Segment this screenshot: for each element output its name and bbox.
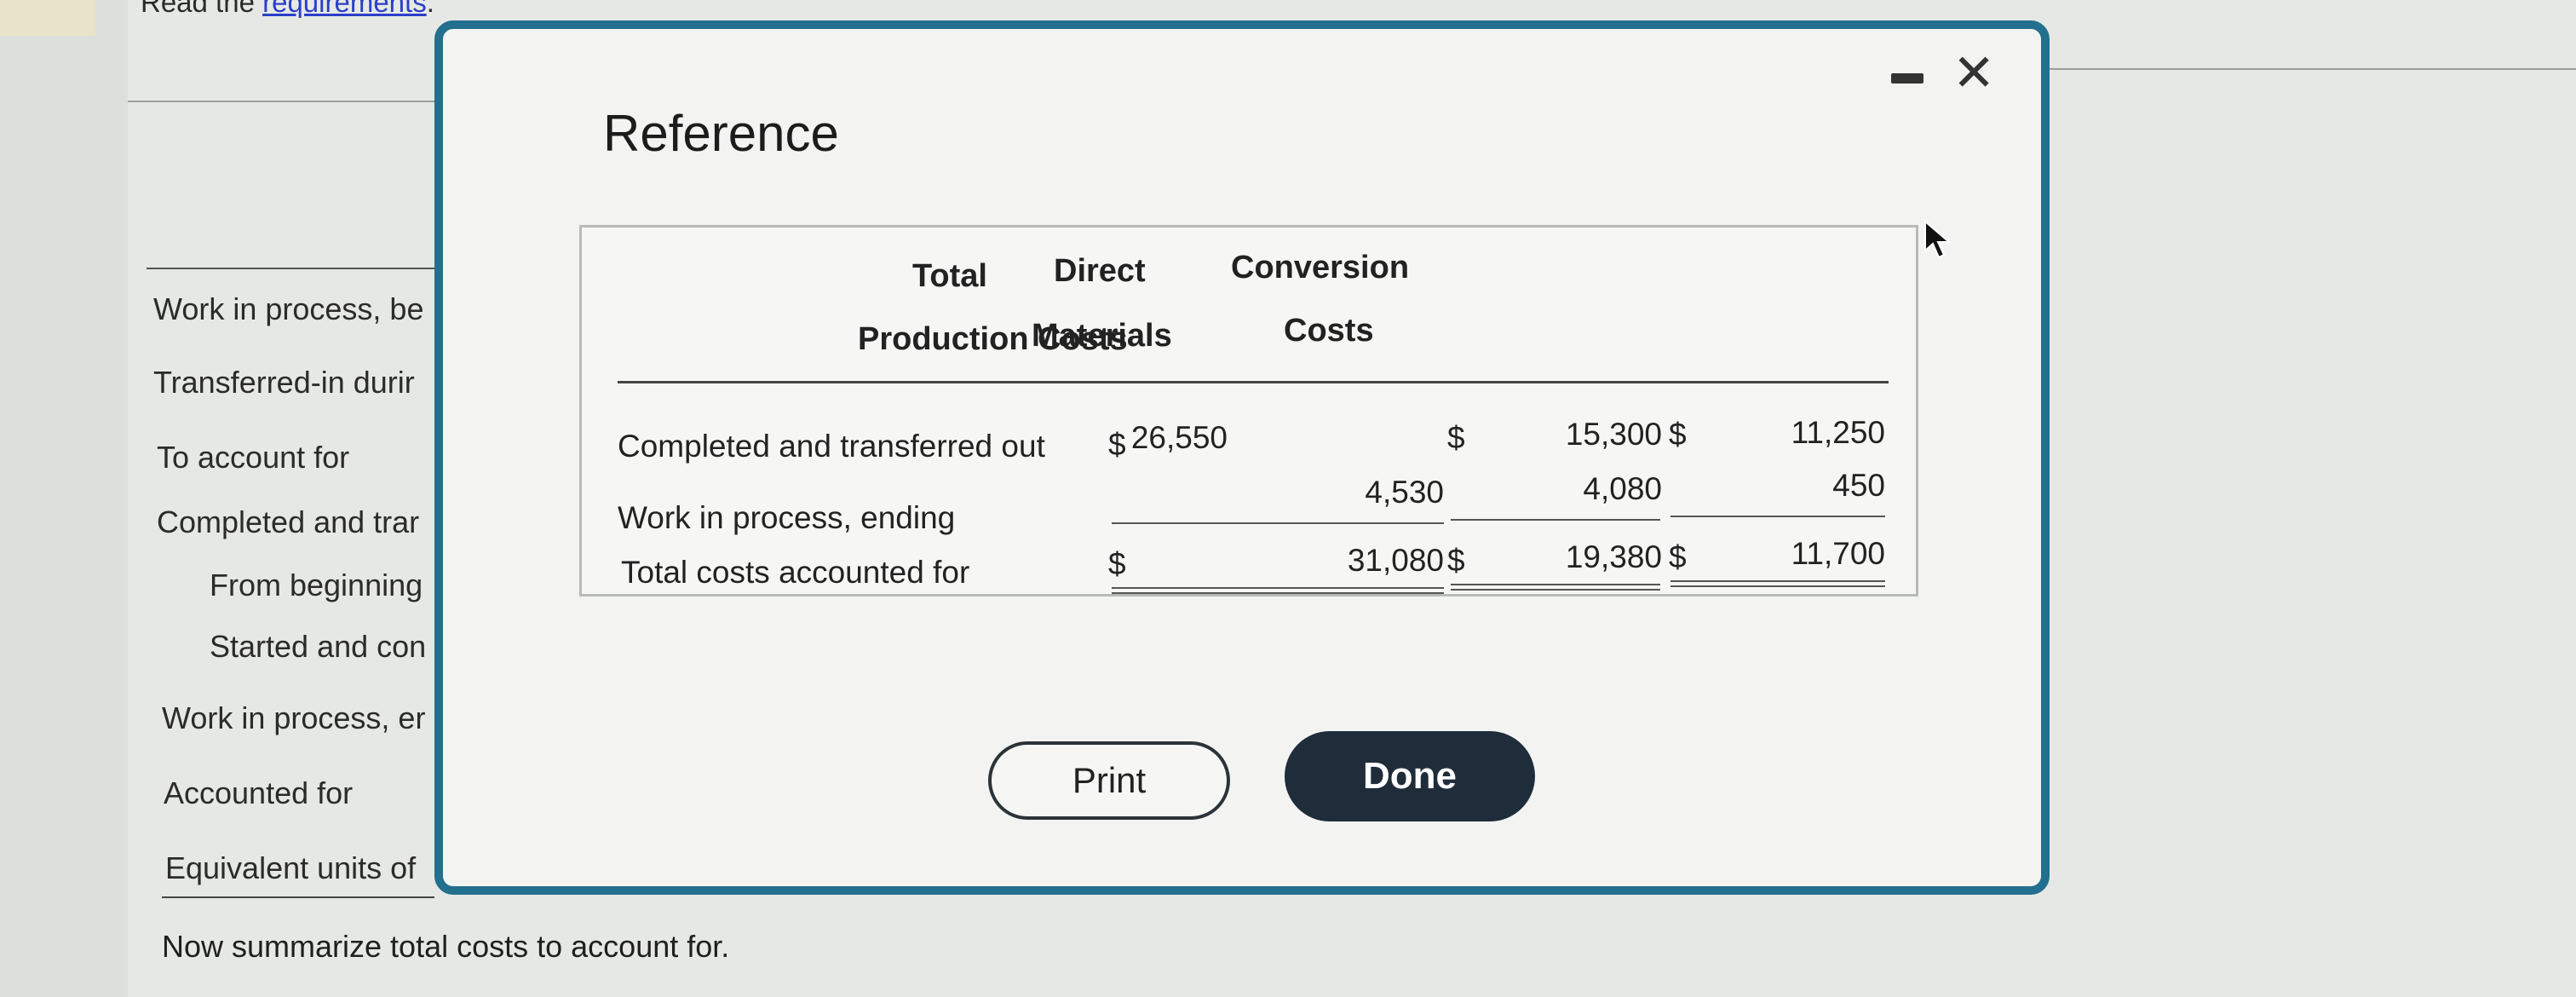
dm-value: 19,380	[1565, 539, 1662, 574]
minimize-icon[interactable]	[1891, 73, 1923, 84]
dm-value: 4,080	[1583, 471, 1662, 506]
total-double-rule	[1670, 585, 1885, 587]
mouse-cursor-icon	[1924, 220, 1952, 259]
bg-row-label: Work in process, er	[162, 700, 426, 735]
total-double-rule	[1112, 587, 1444, 589]
subtotal-rule	[1451, 519, 1660, 521]
header-conversion: Conversion	[1231, 250, 1410, 285]
row-label: Work in process, ending	[618, 500, 956, 535]
total-value: 26,550	[1130, 420, 1228, 455]
bg-row-label: Completed and trar	[157, 504, 420, 539]
dollar-sign: $	[1108, 546, 1126, 581]
total-value: 4,530	[1365, 475, 1444, 510]
bg-row-label: Transferred-in durir	[153, 365, 415, 400]
cc-value: 450	[1832, 468, 1885, 503]
cc-value: 11,700	[1791, 536, 1885, 571]
row-label: Total costs accounted for	[621, 555, 970, 590]
subtotal-rule	[1112, 522, 1444, 524]
dm-value: 15,300	[1565, 417, 1662, 452]
requirements-suffix: .	[426, 0, 434, 18]
total-double-rule	[1112, 592, 1444, 594]
subtotal-rule	[1670, 516, 1885, 517]
background-divider	[162, 896, 434, 898]
reference-modal: Reference ✕ Total Production Costs Direc…	[434, 20, 2050, 895]
requirements-link[interactable]: requirements	[262, 0, 427, 18]
reference-table: Total Production Costs Direct Materials …	[579, 225, 1918, 596]
bg-row-label: Started and con	[210, 629, 427, 664]
bg-row-label: Work in process, be	[153, 291, 424, 326]
done-button[interactable]: Done	[1285, 731, 1535, 821]
header-costs: Costs	[1284, 313, 1374, 349]
header-rule	[618, 381, 1889, 383]
total-double-rule	[1451, 584, 1660, 585]
header-materials: Materials	[1032, 318, 1172, 354]
modal-title: Reference	[603, 105, 839, 162]
requirements-line: Read the requirements.	[141, 0, 434, 19]
bg-row-label: Accounted for	[164, 775, 354, 810]
background-divider	[2050, 68, 2576, 70]
requirements-prefix: Read the	[141, 0, 255, 18]
close-icon[interactable]: ✕	[1952, 48, 1995, 99]
background-divider	[147, 268, 436, 269]
total-value: 31,080	[1347, 543, 1444, 578]
bg-row-label: From beginning	[210, 568, 423, 602]
print-button[interactable]: Print	[988, 741, 1230, 820]
background-corner	[0, 0, 95, 36]
cc-value: 11,250	[1791, 415, 1885, 450]
header-direct: Direct	[1054, 253, 1146, 289]
bg-row-label: To account for	[157, 440, 350, 475]
total-double-rule	[1670, 580, 1885, 582]
header-total: Total	[912, 258, 987, 294]
bottom-instruction: Now summarize total costs to account for…	[162, 929, 730, 964]
total-double-rule	[1451, 589, 1660, 591]
row-label: Completed and transferred out	[618, 429, 1045, 464]
bg-row-label: Equivalent units of	[165, 850, 417, 885]
background-divider	[128, 101, 434, 102]
